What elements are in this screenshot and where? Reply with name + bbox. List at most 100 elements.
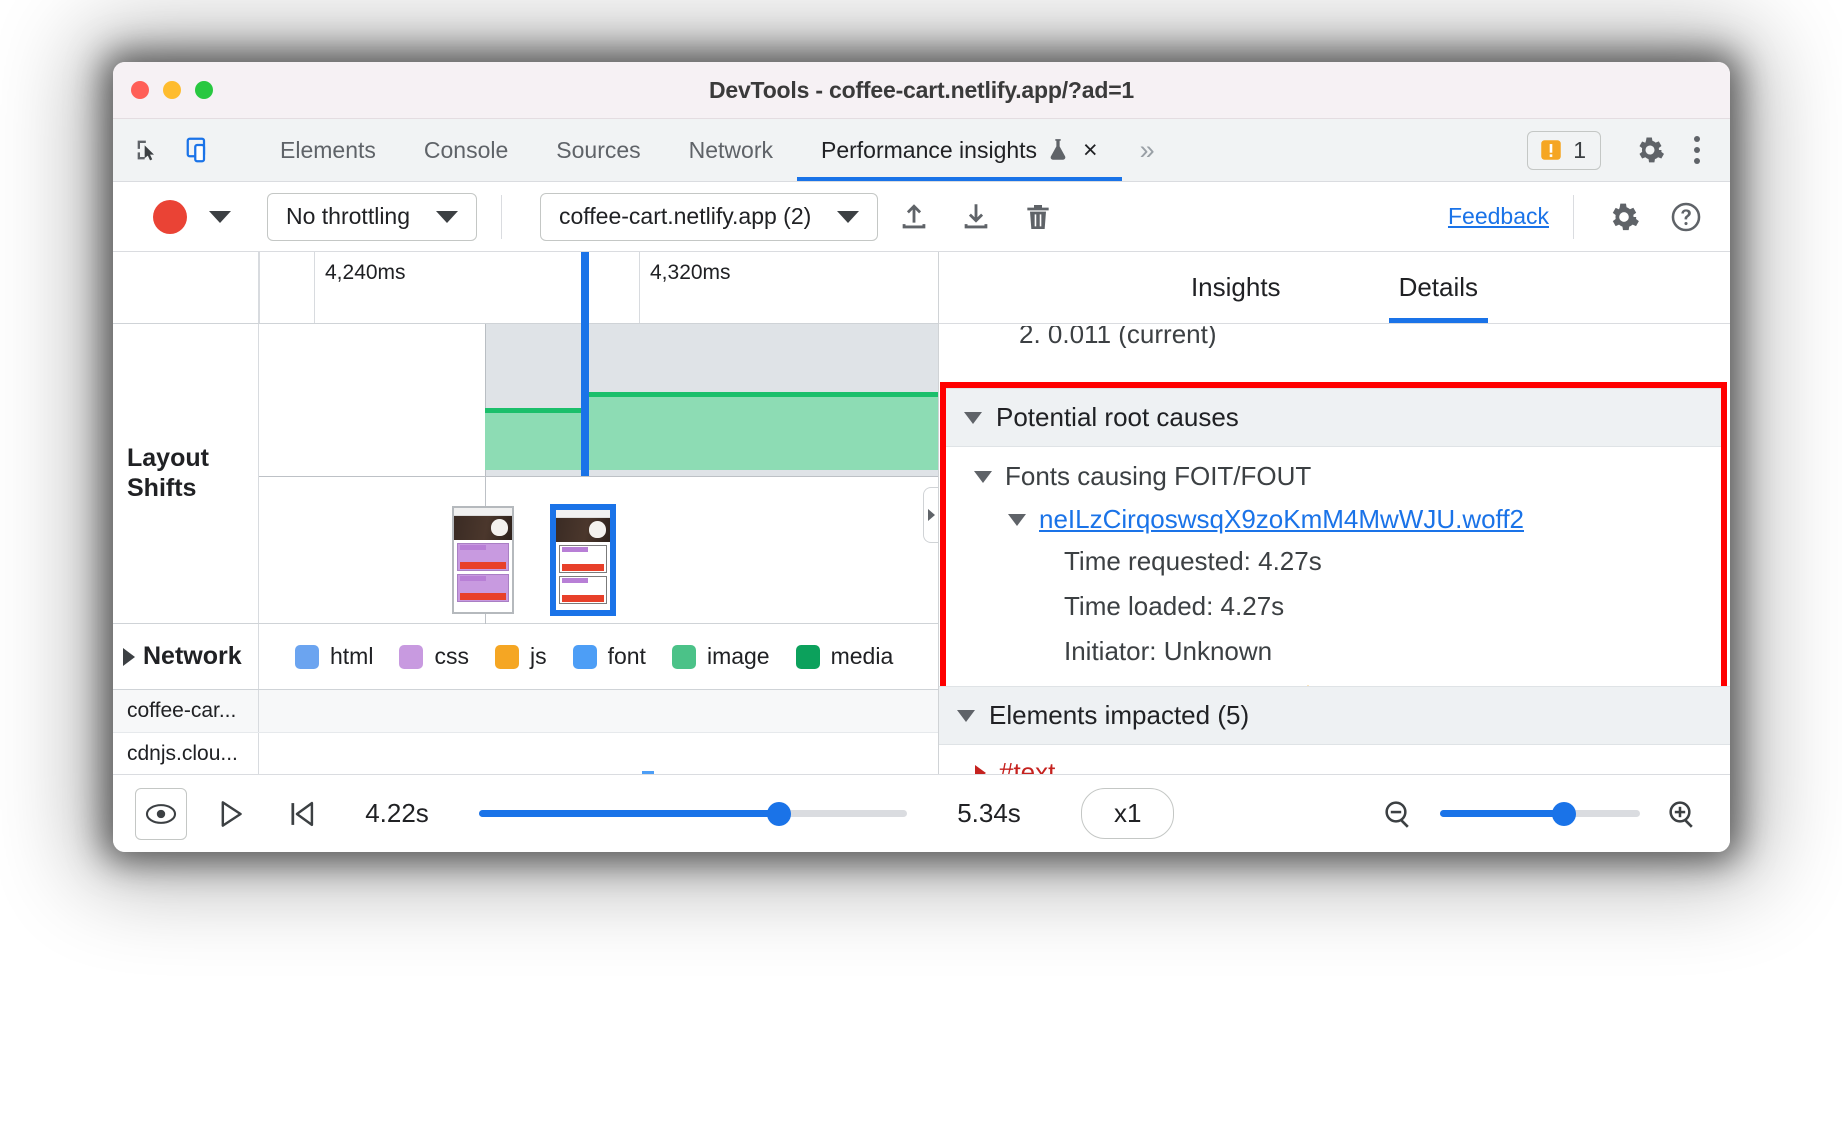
- inspect-cursor-icon[interactable]: [125, 128, 169, 172]
- zoom-in-icon[interactable]: [1656, 788, 1708, 840]
- kebab-menu-icon[interactable]: [1678, 136, 1716, 164]
- playhead-marker[interactable]: [581, 252, 589, 476]
- upload-icon[interactable]: [888, 191, 940, 243]
- main-area: 4,240ms 4,320ms Layout Shifts: [113, 252, 1730, 774]
- network-request-name: cdnjs.clou...: [113, 733, 259, 774]
- legend-label-js: js: [530, 643, 547, 670]
- chevron-down-icon: [974, 471, 992, 483]
- window-traffic-lights: [131, 81, 213, 99]
- network-request-row[interactable]: cdnjs.clou...: [113, 733, 938, 774]
- tab-performance-insights[interactable]: Performance insights ×: [797, 119, 1122, 181]
- tab-insights[interactable]: Insights: [1177, 252, 1295, 323]
- page-select[interactable]: coffee-cart.netlify.app (2): [540, 193, 878, 241]
- tab-sources-label: Sources: [556, 137, 640, 164]
- zoom-out-icon[interactable]: [1372, 788, 1424, 840]
- flask-icon: [1047, 137, 1069, 163]
- potential-root-causes-title: Potential root causes: [996, 402, 1239, 433]
- font-detail-initiator: Initiator: Unknown: [946, 629, 1721, 674]
- ruler-gutter: [113, 252, 259, 323]
- filmstrip-icon[interactable]: [135, 788, 187, 840]
- legend-label-media: media: [831, 643, 894, 670]
- close-icon[interactable]: ×: [1083, 138, 1098, 163]
- tabbar-left-icons: [125, 119, 256, 181]
- ruler-ticks: 4,240ms 4,320ms: [259, 252, 938, 323]
- close-window-button[interactable]: [131, 81, 149, 99]
- tab-network[interactable]: Network: [665, 119, 797, 181]
- network-request-track: [259, 733, 938, 774]
- potential-root-causes-header[interactable]: Potential root causes: [946, 388, 1721, 447]
- zoom-slider[interactable]: [1440, 810, 1640, 817]
- impacted-element-label[interactable]: #text: [999, 757, 1055, 774]
- timeline-pane[interactable]: 4,240ms 4,320ms Layout Shifts: [113, 252, 939, 774]
- legend-swatch-media: [796, 645, 820, 669]
- network-request-row[interactable]: coffee-car...: [113, 690, 938, 733]
- layout-shift-bar-1[interactable]: [485, 408, 585, 470]
- window-title: DevTools - coffee-cart.netlify.app/?ad=1: [113, 77, 1730, 104]
- playback-slider-fill: [479, 810, 779, 817]
- tab-sources[interactable]: Sources: [532, 119, 664, 181]
- font-file-row[interactable]: neILzCirqoswsqX9zoKmM4MwWJU.woff2: [946, 498, 1721, 539]
- fonts-foit-fout-group[interactable]: Fonts causing FOIT/FOUT: [946, 447, 1721, 498]
- legend-label-font: font: [608, 643, 646, 670]
- layout-shifts-track[interactable]: Layout Shifts: [113, 324, 938, 624]
- clipped-score-text: 2. 0.011 (current): [939, 326, 1730, 348]
- details-content: 2. 0.011 (current) Potential root causes…: [939, 324, 1730, 774]
- elements-impacted-header[interactable]: Elements impacted (5): [939, 686, 1730, 745]
- feedback-link[interactable]: Feedback: [1448, 203, 1549, 230]
- tab-console-label: Console: [424, 137, 508, 164]
- record-button[interactable]: [153, 200, 187, 234]
- chevron-right-icon: [975, 765, 986, 775]
- tab-details[interactable]: Details: [1385, 252, 1492, 323]
- filmstrip-thumbnail[interactable]: [452, 506, 514, 614]
- sidebar-collapse-handle[interactable]: [923, 487, 939, 543]
- help-icon[interactable]: [1660, 191, 1712, 243]
- playback-slider[interactable]: [479, 810, 907, 817]
- network-request-name: coffee-car...: [113, 690, 259, 732]
- font-detail-time-loaded: Time loaded: 4.27s: [946, 584, 1721, 629]
- maximize-window-button[interactable]: [195, 81, 213, 99]
- tab-elements[interactable]: Elements: [256, 119, 400, 181]
- timeline-tick-4240: 4,240ms: [314, 252, 406, 323]
- playback-rate-button[interactable]: x1: [1081, 788, 1174, 839]
- device-toolbar-icon[interactable]: [177, 128, 221, 172]
- playback-slider-knob[interactable]: [767, 802, 791, 826]
- jump-to-start-icon[interactable]: [275, 788, 327, 840]
- elements-impacted-title: Elements impacted (5): [989, 700, 1249, 731]
- gear-icon[interactable]: [1598, 191, 1650, 243]
- zoom-slider-knob[interactable]: [1552, 802, 1576, 826]
- devtools-tabbar: Elements Console Sources Network Perform…: [113, 119, 1730, 182]
- toolbar-divider: [501, 195, 502, 239]
- performance-toolbar: No throttling coffee-cart.netlify.app (2…: [113, 182, 1730, 252]
- filmstrip-thumbnail-selected[interactable]: [550, 504, 616, 616]
- end-time-label: 5.34s: [937, 798, 1041, 829]
- layout-shifts-label-line2: Shifts: [127, 474, 209, 504]
- font-detail-label: Time requested: 4.27s: [1064, 546, 1322, 577]
- layout-shifts-label-line1: Layout: [127, 444, 209, 474]
- network-legend: html css js: [259, 643, 893, 670]
- download-icon[interactable]: [950, 191, 1002, 243]
- layout-shifts-canvas[interactable]: [259, 324, 938, 623]
- panel-tabs: Elements Console Sources Network Perform…: [256, 119, 1527, 181]
- record-options-dropdown[interactable]: [197, 211, 243, 223]
- tab-console[interactable]: Console: [400, 119, 532, 181]
- page-select-value: coffee-cart.netlify.app (2): [559, 203, 811, 230]
- warning-count: 1: [1573, 137, 1586, 164]
- play-icon[interactable]: [205, 788, 257, 840]
- network-track-header[interactable]: Network html css: [113, 624, 938, 690]
- legend-item-css: css: [399, 643, 469, 670]
- more-tabs-icon[interactable]: »: [1122, 119, 1173, 181]
- warning-badge[interactable]: 1: [1527, 131, 1601, 170]
- fonts-foit-fout-title: Fonts causing FOIT/FOUT: [1005, 461, 1311, 492]
- trash-icon[interactable]: [1012, 191, 1064, 243]
- network-expander[interactable]: Network: [113, 624, 259, 689]
- minimize-window-button[interactable]: [163, 81, 181, 99]
- network-label-text: Network: [143, 642, 242, 671]
- layout-shift-bar-2[interactable]: [585, 392, 938, 470]
- timeline-tracks: Layout Shifts: [113, 324, 938, 774]
- start-time-label: 4.22s: [345, 798, 449, 829]
- font-file-link[interactable]: neILzCirqoswsqX9zoKmM4MwWJU.woff2: [1039, 504, 1524, 535]
- gear-icon[interactable]: [1628, 128, 1672, 172]
- throttling-select[interactable]: No throttling: [267, 193, 477, 241]
- impacted-element-row[interactable]: #text: [939, 745, 1730, 774]
- throttling-value: No throttling: [286, 203, 410, 230]
